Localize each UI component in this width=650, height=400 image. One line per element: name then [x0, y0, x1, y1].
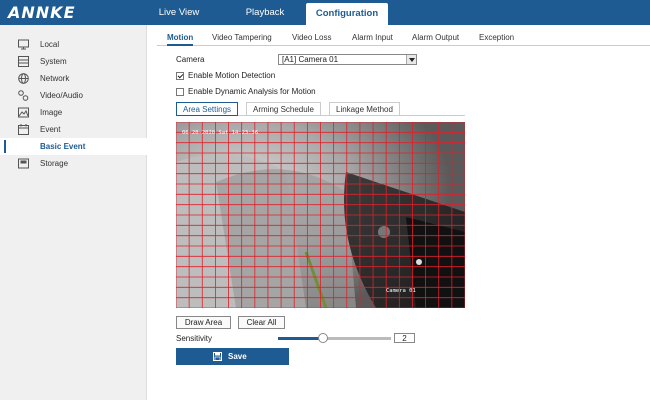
tab-video-loss[interactable]: Video Loss	[292, 31, 331, 46]
storage-icon	[18, 158, 29, 169]
sidebar-item-video-audio[interactable]: Video/Audio	[0, 87, 147, 104]
tab-alarm-output[interactable]: Alarm Output	[412, 31, 459, 46]
enable-motion-detection-label: Enable Motion Detection	[188, 71, 276, 80]
nav-configuration[interactable]: Configuration	[306, 3, 388, 25]
sidebar-item-image[interactable]: Image	[0, 104, 147, 121]
sidebar-item-label: Video/Audio	[40, 91, 83, 100]
sidebar: Local System Network Video/Audio Image E…	[0, 25, 147, 400]
sensitivity-slider[interactable]	[278, 333, 391, 343]
draw-area-button[interactable]: Draw Area	[176, 316, 231, 329]
sensitivity-label: Sensitivity	[176, 334, 213, 343]
video-preview[interactable]: 06-20-2020 Sat 14:23:36 Camera 01	[176, 122, 465, 308]
sidebar-item-label: Event	[40, 125, 61, 134]
sensitivity-slider-handle[interactable]	[318, 333, 329, 343]
tab-exception[interactable]: Exception	[479, 31, 514, 46]
sidebar-item-basic-event[interactable]: Basic Event	[0, 138, 147, 155]
save-label: Save	[228, 352, 247, 361]
camera-select[interactable]: [A1] Camera 01	[278, 54, 417, 65]
save-button[interactable]: Save	[176, 348, 289, 365]
sidebar-item-network[interactable]: Network	[0, 70, 147, 87]
tab-area-settings[interactable]: Area Settings	[176, 102, 239, 116]
calendar-icon	[18, 124, 29, 135]
tab-linkage-method[interactable]: Linkage Method	[329, 102, 400, 116]
sidebar-item-label: Basic Event	[40, 142, 86, 151]
sensitivity-value[interactable]: 2	[394, 333, 415, 343]
network-icon	[18, 73, 29, 84]
dynamic-analysis-label: Enable Dynamic Analysis for Motion	[188, 87, 316, 96]
monitor-icon	[18, 39, 29, 50]
sidebar-item-event[interactable]: Event	[0, 121, 147, 138]
osd-timestamp: 06-20-2020 Sat 14:23:36	[182, 130, 259, 136]
sidebar-item-label: Image	[40, 108, 63, 117]
server-icon	[18, 56, 29, 67]
motion-detection-grid[interactable]	[176, 122, 465, 308]
nav-playback[interactable]: Playback	[232, 0, 298, 25]
annke-logo: ANNKE	[8, 3, 76, 22]
sidebar-item-label: Local	[40, 40, 60, 49]
sidebar-item-system[interactable]: System	[0, 53, 147, 70]
video-audio-icon	[18, 90, 29, 101]
tab-video-tampering[interactable]: Video Tampering	[212, 31, 272, 46]
osd-camera-name: Camera 01	[386, 288, 416, 294]
camera-select-value: [A1] Camera 01	[282, 55, 339, 64]
sidebar-item-label: Storage	[40, 159, 69, 168]
sidebar-item-label: System	[40, 57, 67, 66]
dynamic-analysis-checkbox[interactable]	[176, 88, 184, 96]
image-icon	[18, 107, 29, 118]
tab-alarm-input[interactable]: Alarm Input	[352, 31, 393, 46]
sidebar-item-label: Network	[40, 74, 70, 83]
sensitivity-slider-fill	[278, 337, 324, 340]
clear-all-button[interactable]: Clear All	[238, 316, 285, 329]
tab-motion[interactable]: Motion	[167, 31, 194, 46]
camera-label: Camera	[176, 55, 205, 64]
sidebar-item-local[interactable]: Local	[0, 36, 147, 53]
enable-motion-detection-checkbox[interactable]	[176, 72, 184, 80]
event-tabs: Motion Video Tampering Video Loss Alarm …	[157, 31, 650, 46]
tab-arming-schedule[interactable]: Arming Schedule	[246, 102, 321, 116]
area-tabs: Area Settings Arming Schedule Linkage Me…	[176, 102, 465, 116]
floppy-disk-icon	[213, 352, 222, 361]
top-bar: ANNKE Live View Playback Configuration	[0, 0, 650, 25]
chevron-down-icon	[406, 55, 416, 64]
sidebar-item-storage[interactable]: Storage	[0, 155, 147, 172]
nav-live-view[interactable]: Live View	[146, 0, 212, 25]
